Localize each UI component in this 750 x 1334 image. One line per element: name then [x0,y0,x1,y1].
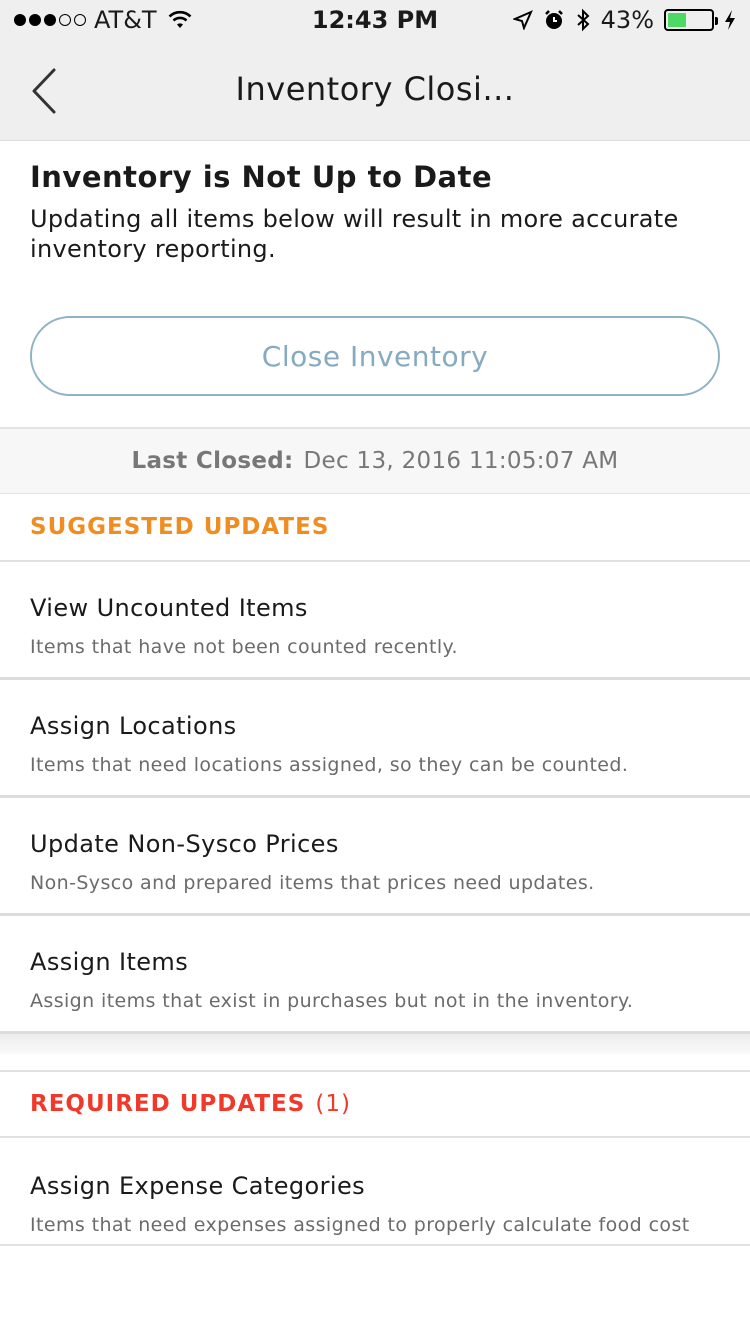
list-item-assign-locations[interactable]: Assign Locations Items that need locatio… [0,680,750,798]
item-title: Assign Expense Categories [30,1172,366,1200]
required-updates-title: REQUIRED UPDATES [30,1091,306,1117]
item-subtitle: Non-Sysco and prepared items that prices… [30,872,595,894]
navigation-bar: Inventory Closi... [0,40,750,141]
suggested-updates-title: SUGGESTED UPDATES [30,514,330,540]
status-bar: AT&T 12:43 PM 43% [0,0,750,40]
suggested-updates-header: SUGGESTED UPDATES [0,494,750,562]
required-updates-header: REQUIRED UPDATES (1) [0,1070,750,1138]
list-item-update-non-sysco-prices[interactable]: Update Non-Sysco Prices Non-Sysco and pr… [0,798,750,916]
battery-percent: 43% [600,6,654,34]
list-item-assign-expense-categories[interactable]: Assign Expense Categories Items that nee… [0,1140,750,1246]
item-subtitle: Items that have not been counted recentl… [30,636,458,658]
list-item-view-uncounted-items[interactable]: View Uncounted Items Items that have not… [0,562,750,680]
bluetooth-icon [576,8,590,32]
battery-icon [664,9,718,31]
status-description: Updating all items below will result in … [30,205,679,263]
status-right: 43% [512,6,736,34]
item-title: Assign Items [30,948,189,976]
item-subtitle: Items that need expenses assigned to pro… [30,1214,690,1236]
item-subtitle: Assign items that exist in purchases but… [30,990,634,1012]
close-inventory-button[interactable]: Close Inventory [30,316,720,396]
last-closed-label: Last Closed: [131,448,294,474]
item-subtitle: Items that need locations assigned, so t… [30,754,629,776]
item-title: Assign Locations [30,712,237,740]
last-closed-value: Dec 13, 2016 11:05:07 AM [303,448,619,474]
last-closed-bar: Last Closed: Dec 13, 2016 11:05:07 AM [0,427,750,494]
section-divider [0,1034,750,1054]
status-message: Inventory is Not Up to Date Updating all… [30,160,720,264]
page-title: Inventory Closi... [235,70,515,108]
item-title: Update Non-Sysco Prices [30,830,339,858]
list-item-assign-items[interactable]: Assign Items Assign items that exist in … [0,916,750,1034]
alarm-clock-icon [544,10,563,29]
item-title: View Uncounted Items [30,594,308,622]
charging-bolt-icon [725,10,735,30]
battery-level [668,13,687,27]
location-arrow-icon [512,10,533,30]
required-updates-count: (1) [315,1091,351,1117]
status-heading: Inventory is Not Up to Date [30,160,493,194]
